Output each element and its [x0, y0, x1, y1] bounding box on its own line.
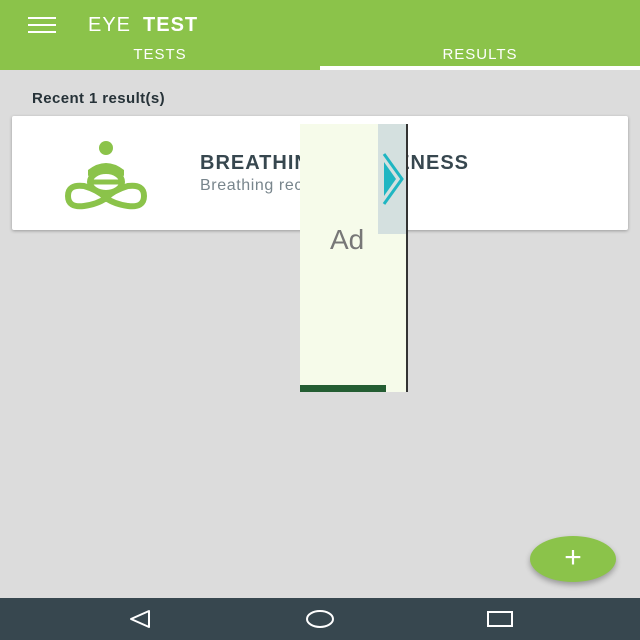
menu-icon[interactable] [28, 14, 60, 36]
meditation-icon [64, 141, 148, 210]
recents-button[interactable] [470, 598, 530, 640]
recents-icon [487, 611, 513, 627]
ad-bar [300, 385, 386, 392]
ad-overlay[interactable]: Ad [300, 124, 408, 392]
app-bar: EYE TEST TESTS RESULTS [0, 0, 640, 70]
app-title-part1: EYE [88, 14, 132, 36]
system-nav-bar [0, 598, 640, 640]
back-icon [130, 610, 150, 628]
section-label: Recent 1 result(s) [32, 90, 166, 107]
app-title-part2: TEST [143, 14, 199, 36]
app-title: EYE TEST [88, 10, 198, 40]
ad-choices-icon [382, 153, 404, 205]
ad-label: Ad [330, 224, 365, 255]
tab-indicator [320, 66, 640, 70]
tab-tests[interactable]: TESTS [0, 44, 320, 70]
ad-badge[interactable] [378, 124, 406, 234]
add-button[interactable]: + [530, 536, 616, 582]
home-icon [306, 610, 334, 628]
home-button[interactable] [290, 598, 350, 640]
back-button[interactable] [110, 598, 170, 640]
